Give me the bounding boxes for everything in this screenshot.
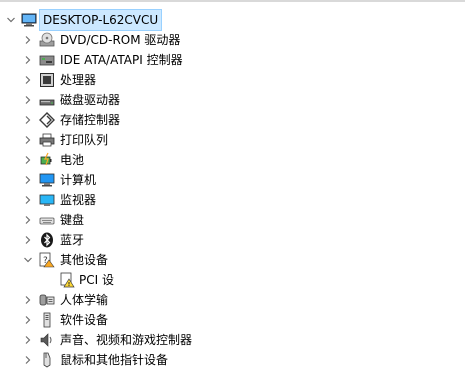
computer-monitor-icon: [39, 172, 55, 188]
battery-icon: [39, 152, 55, 168]
chevron-right-icon[interactable]: [22, 90, 34, 110]
computer-icon: [21, 12, 37, 28]
chevron-right-icon[interactable]: [22, 190, 34, 210]
chevron-right-icon[interactable]: [22, 110, 34, 130]
tree-item-sound-video-game-controllers[interactable]: 声音、视频和游戏控制器: [0, 330, 465, 350]
monitor-icon: [39, 192, 55, 208]
chevron-right-icon[interactable]: [22, 170, 34, 190]
tree-item-computer[interactable]: 计算机: [0, 170, 465, 190]
chevron-right-icon[interactable]: [22, 210, 34, 230]
storage-controller-icon: [39, 112, 55, 128]
chevron-right-icon[interactable]: [22, 310, 34, 330]
chevron-right-icon[interactable]: [22, 50, 34, 70]
tree-item-label: 监视器: [60, 193, 97, 207]
tree-item-monitors[interactable]: 监视器: [0, 190, 465, 210]
tree-item-processors[interactable]: 处理器: [0, 70, 465, 90]
tree-item-label: 存储控制器: [60, 113, 121, 127]
tree-item-label: 鼠标和其他指针设备: [60, 353, 169, 367]
disk-drive-icon: [39, 92, 55, 108]
chevron-down-icon[interactable]: [22, 250, 34, 270]
tree-root-computer[interactable]: DESKTOP-L62CVCU: [0, 9, 465, 31]
tree-item-keyboards[interactable]: 键盘: [0, 210, 465, 230]
tree-item-pci-device[interactable]: PCI 设: [0, 270, 465, 290]
tree-item-human-interface-devices[interactable]: 人体学输: [0, 290, 465, 310]
device-tree: DESKTOP-L62CVCU DVD/CD-ROM 驱动器 IDE ATA/A…: [0, 9, 465, 370]
chevron-right-icon[interactable]: [22, 150, 34, 170]
processor-icon: [39, 72, 55, 88]
tree-item-label: 人体学输: [60, 293, 109, 307]
printer-icon: [39, 132, 55, 148]
hid-icon: [39, 292, 55, 308]
tree-item-ide-controllers[interactable]: IDE ATA/ATAPI 控制器: [0, 50, 465, 70]
chevron-right-icon[interactable]: [22, 130, 34, 150]
chevron-right-icon[interactable]: [22, 70, 34, 90]
ide-controller-icon: [39, 52, 55, 68]
other-devices-icon: ?: [39, 252, 55, 268]
tree-item-print-queues[interactable]: 打印队列: [0, 130, 465, 150]
tree-item-disk-drives[interactable]: 磁盘驱动器: [0, 90, 465, 110]
warning-device-icon: [59, 272, 75, 288]
chevron-right-icon[interactable]: [22, 350, 34, 370]
tree-item-label: 磁盘驱动器: [60, 93, 121, 107]
tree-item-storage-controllers[interactable]: 存储控制器: [0, 110, 465, 130]
tree-item-software-devices[interactable]: 软件设备: [0, 310, 465, 330]
tree-item-label: 电池: [60, 153, 85, 167]
tree-item-label: 其他设备: [60, 253, 109, 267]
tree-item-label: 软件设备: [60, 313, 109, 327]
dvd-drive-icon: [39, 32, 55, 48]
bluetooth-icon: [39, 232, 55, 248]
tree-item-label: 处理器: [60, 73, 97, 87]
tree-item-dvd-drives[interactable]: DVD/CD-ROM 驱动器: [0, 30, 465, 50]
tree-item-label: IDE ATA/ATAPI 控制器: [60, 53, 183, 67]
tree-item-label: PCI 设: [79, 273, 114, 287]
chevron-right-icon[interactable]: [22, 30, 34, 50]
tree-item-label: 键盘: [60, 213, 85, 227]
tree-item-batteries[interactable]: 电池: [0, 150, 465, 170]
chevron-right-icon[interactable]: [22, 230, 34, 250]
tree-item-other-devices[interactable]: ? 其他设备: [0, 250, 465, 270]
tree-item-mice-pointing-devices[interactable]: 鼠标和其他指针设备: [0, 350, 465, 370]
software-device-icon: [39, 312, 55, 328]
speaker-icon: [39, 332, 55, 348]
tree-item-bluetooth[interactable]: 蓝牙: [0, 230, 465, 250]
window-top-border: [0, 0, 465, 2]
tree-item-label: 计算机: [60, 173, 97, 187]
tree-item-label: 打印队列: [60, 133, 109, 147]
mouse-icon: [39, 352, 55, 368]
chevron-right-icon[interactable]: [22, 330, 34, 350]
tree-item-label: DVD/CD-ROM 驱动器: [60, 33, 181, 47]
tree-item-label: 声音、视频和游戏控制器: [60, 333, 193, 347]
tree-item-label: 蓝牙: [60, 233, 85, 247]
chevron-down-icon[interactable]: [5, 10, 17, 30]
tree-root-label: DESKTOP-L62CVCU: [38, 9, 163, 31]
chevron-right-icon[interactable]: [22, 290, 34, 310]
keyboard-icon: [39, 212, 55, 228]
